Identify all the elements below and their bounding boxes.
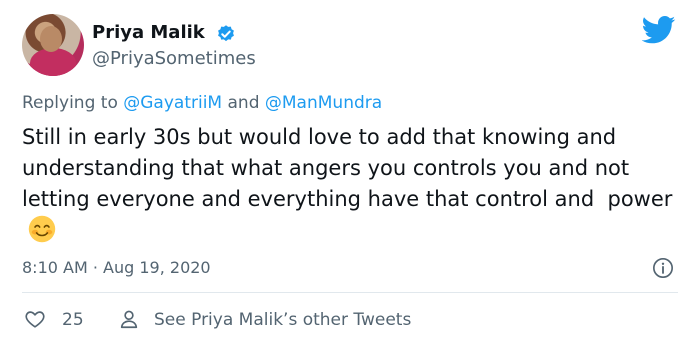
display-name[interactable]: Priya Malik [92, 22, 205, 44]
replying-to-line: Replying to @GayatriiM and @ManMundra [22, 92, 382, 114]
mention-link[interactable]: @GayatriiM [123, 93, 222, 113]
avatar-face [40, 26, 62, 52]
heart-icon[interactable] [24, 308, 46, 330]
tweet-timestamp[interactable]: 8:10 AM · Aug 19, 2020 [22, 258, 211, 278]
twitter-bird-icon[interactable] [642, 16, 676, 44]
verified-badge-icon [218, 25, 234, 42]
info-icon[interactable] [652, 257, 674, 279]
mention-link[interactable]: @ManMundra [265, 93, 382, 113]
divider [22, 292, 678, 293]
avatar-shape [30, 48, 76, 76]
replying-to-joiner: and [227, 93, 260, 113]
replying-to-label: Replying to [22, 93, 118, 113]
see-other-tweets-link[interactable]: See Priya Malik’s other Tweets [154, 310, 411, 330]
like-count[interactable]: 25 [62, 310, 84, 330]
avatar[interactable] [22, 14, 84, 76]
handle[interactable]: @PriyaSometimes [92, 48, 256, 70]
person-icon[interactable] [118, 308, 140, 330]
smiling-face-icon [28, 215, 56, 243]
tweet-body: Still in early 30s but would love to add… [22, 125, 673, 211]
tweet-text: Still in early 30s but would love to add… [22, 122, 692, 247]
